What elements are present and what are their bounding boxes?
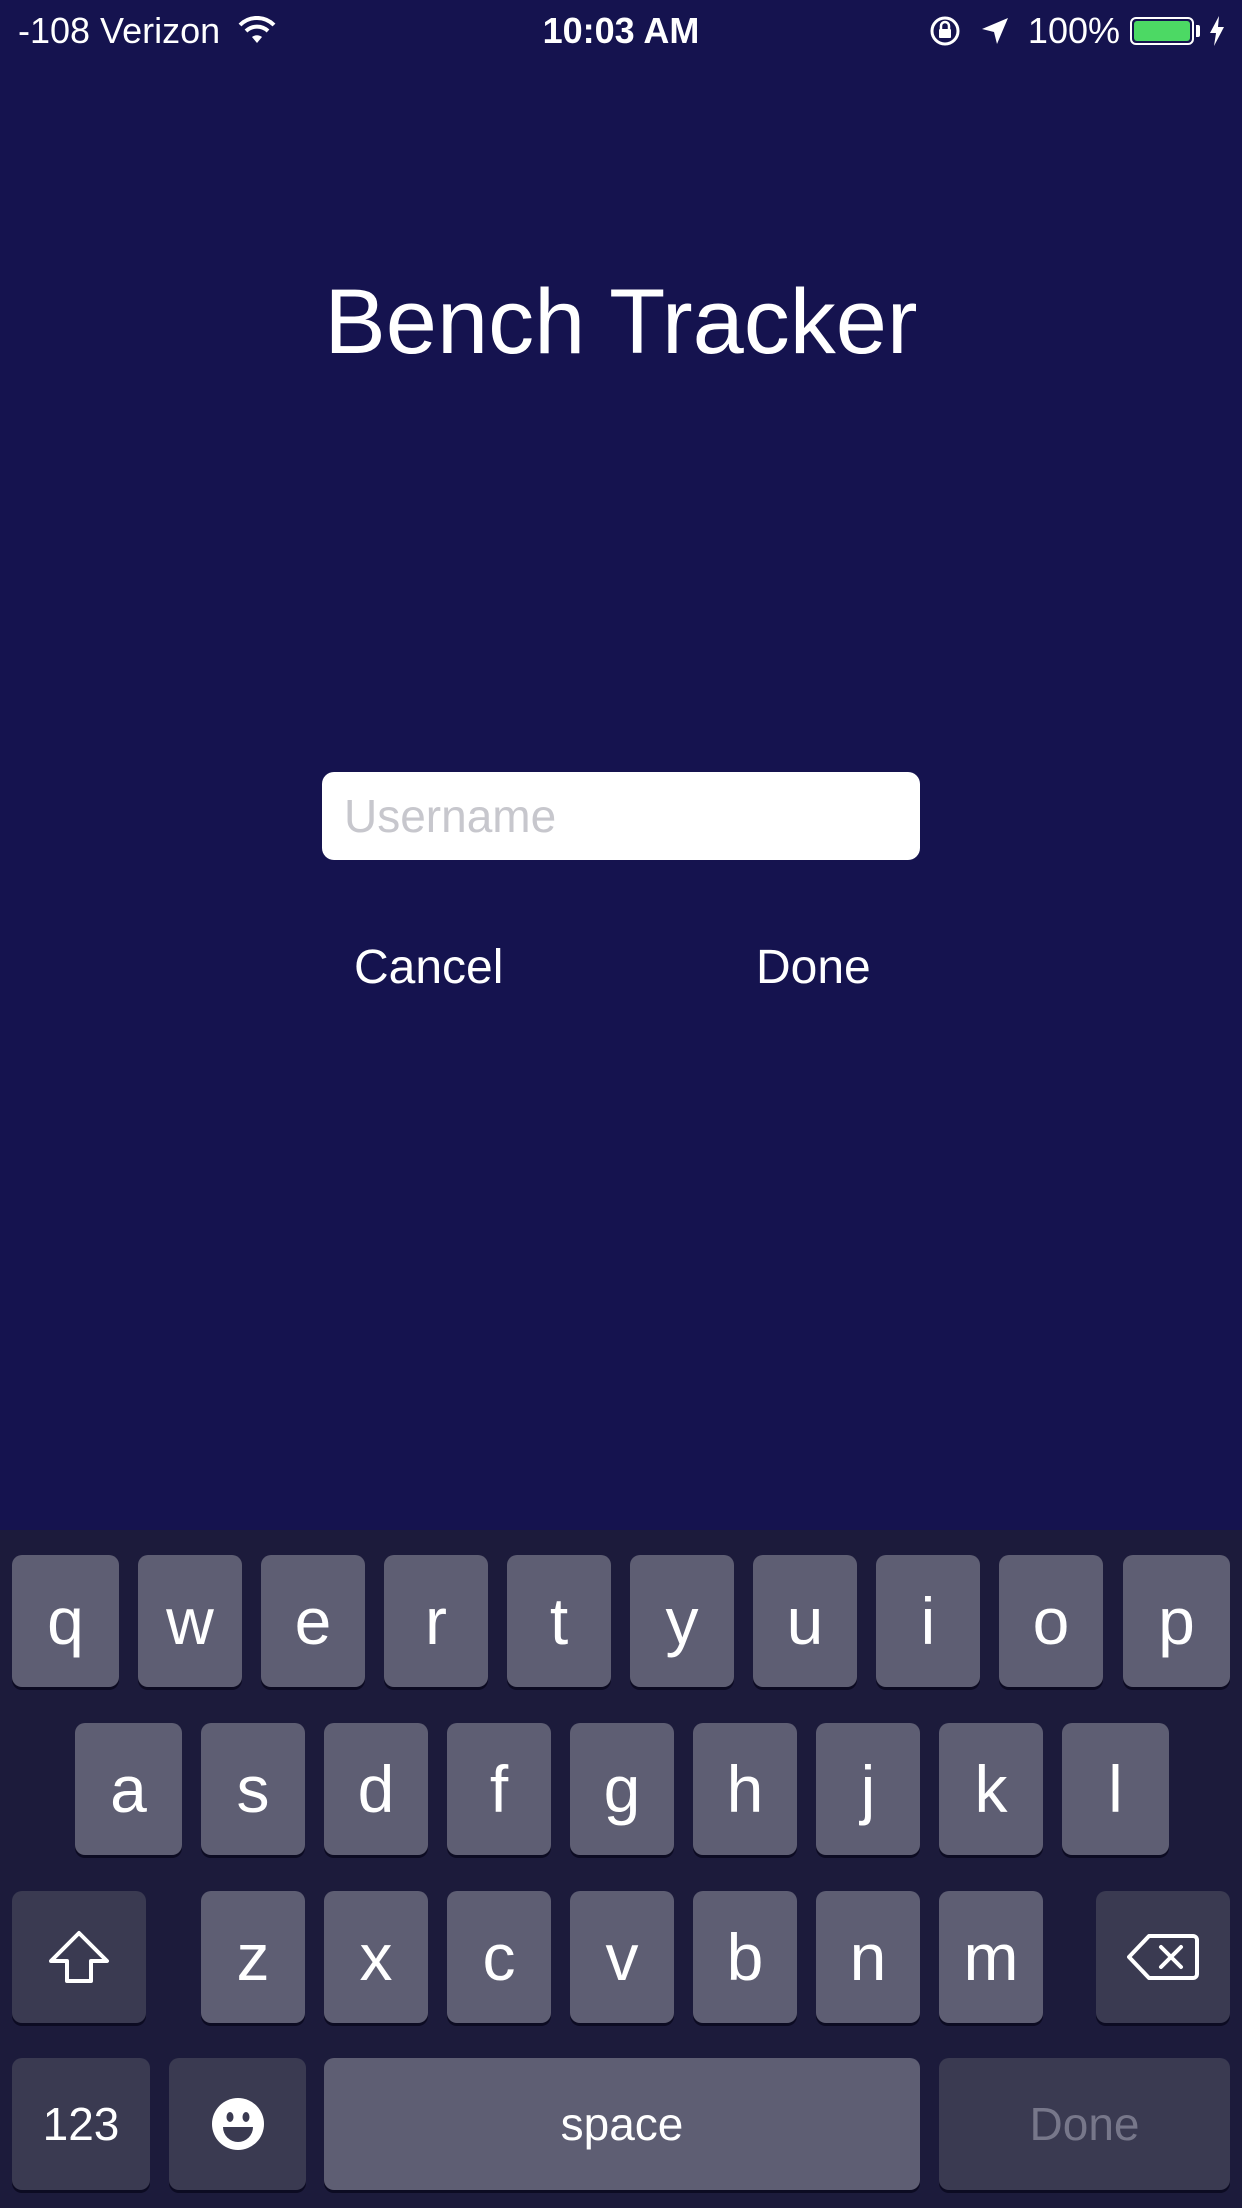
key-o[interactable]: o <box>999 1555 1103 1687</box>
backspace-icon <box>1127 1934 1199 1980</box>
key-c[interactable]: c <box>447 1891 551 2023</box>
key-z[interactable]: z <box>201 1891 305 2023</box>
key-u[interactable]: u <box>753 1555 857 1687</box>
numbers-key[interactable]: 123 <box>12 2058 150 2190</box>
space-key[interactable]: space <box>324 2058 920 2190</box>
key-h[interactable]: h <box>693 1723 797 1855</box>
charging-bolt-icon <box>1210 16 1224 46</box>
key-q[interactable]: q <box>12 1555 119 1687</box>
shift-key[interactable] <box>12 1891 146 2023</box>
battery-percent: 100% <box>1027 10 1120 51</box>
key-w[interactable]: w <box>138 1555 242 1687</box>
shift-icon <box>49 1931 109 1983</box>
app-title: Bench Tracker <box>324 271 918 373</box>
key-e[interactable]: e <box>261 1555 365 1687</box>
status-right: 100% <box>928 10 1226 52</box>
key-l[interactable]: l <box>1062 1723 1169 1855</box>
key-x[interactable]: x <box>324 1891 428 2023</box>
key-b[interactable]: b <box>693 1891 797 2023</box>
key-r[interactable]: r <box>384 1555 488 1687</box>
delete-key[interactable] <box>1096 1891 1230 2023</box>
key-y[interactable]: y <box>630 1555 734 1687</box>
key-v[interactable]: v <box>570 1891 674 2023</box>
key-m[interactable]: m <box>939 1891 1043 2023</box>
location-arrow-icon <box>981 18 1008 44</box>
battery-icon <box>1130 17 1200 45</box>
keyboard: q w e r t y u i o p a s d f g h j k l z … <box>0 1530 1242 2208</box>
keyboard-done-key[interactable]: Done <box>939 2058 1230 2190</box>
rotation-lock-icon <box>930 16 960 46</box>
key-f[interactable]: f <box>447 1723 551 1855</box>
done-button[interactable]: Done <box>756 940 871 995</box>
key-i[interactable]: i <box>876 1555 980 1687</box>
emoji-icon <box>211 2098 264 2150</box>
username-input[interactable] <box>322 772 920 860</box>
key-d[interactable]: d <box>324 1723 428 1855</box>
emoji-key[interactable] <box>169 2058 306 2190</box>
key-k[interactable]: k <box>939 1723 1043 1855</box>
cancel-button[interactable]: Cancel <box>354 940 503 995</box>
key-t[interactable]: t <box>507 1555 611 1687</box>
status-bar: -108 Verizon 10:03 AM 100% <box>0 0 1242 62</box>
key-j[interactable]: j <box>816 1723 920 1855</box>
key-s[interactable]: s <box>201 1723 305 1855</box>
key-p[interactable]: p <box>1123 1555 1230 1687</box>
key-n[interactable]: n <box>816 1891 920 2023</box>
key-a[interactable]: a <box>75 1723 182 1855</box>
key-g[interactable]: g <box>570 1723 674 1855</box>
